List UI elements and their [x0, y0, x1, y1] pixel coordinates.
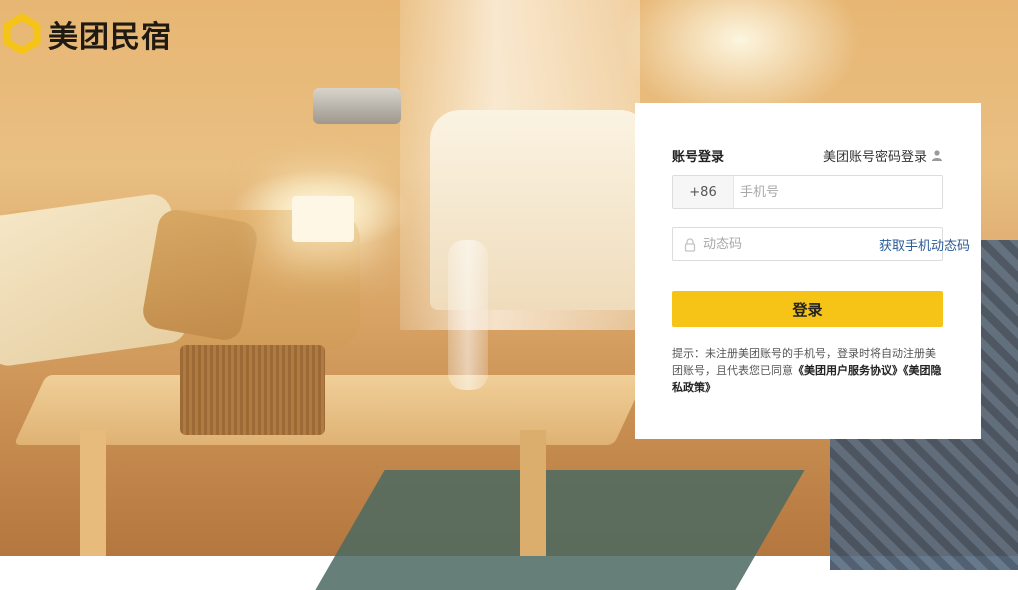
country-code[interactable]: +86	[673, 176, 734, 208]
background-projector	[313, 88, 401, 124]
login-tips: 提示：未注册美团账号的手机号，登录时将自动注册美团账号，且代表您已同意《美团用户…	[672, 345, 943, 396]
user-agreement-link[interactable]: 《美团用户服务协议》	[793, 364, 903, 377]
background-lamp	[292, 196, 354, 242]
login-header: 账号登录 美团账号密码登录	[672, 145, 943, 165]
background-tissue-box	[180, 345, 325, 435]
code-input[interactable]	[697, 228, 879, 260]
user-icon	[931, 149, 943, 161]
phone-field: +86	[672, 175, 943, 209]
background-rug	[315, 470, 805, 590]
password-login-link[interactable]: 美团账号密码登录	[823, 146, 943, 165]
background-pillow	[140, 207, 260, 343]
login-panel: 账号登录 美团账号密码登录 +86 获取手机动态码 登录 提示：未注册美团账号的…	[635, 103, 981, 439]
password-login-label: 美团账号密码登录	[822, 149, 927, 165]
get-code-link[interactable]: 获取手机动态码	[879, 235, 978, 254]
background-table-leg	[80, 430, 106, 556]
background-table	[13, 375, 647, 445]
login-title: 账号登录	[672, 149, 725, 165]
brand-name: 美团民宿	[48, 20, 172, 55]
logo-mark-icon	[2, 13, 42, 55]
login-button[interactable]: 登录	[672, 291, 943, 327]
background-vase	[448, 240, 488, 390]
background-table-leg	[520, 430, 546, 556]
phone-input[interactable]	[734, 176, 942, 208]
brand-logo[interactable]: 美团民宿	[2, 12, 172, 56]
lock-icon	[683, 237, 697, 252]
code-field: 获取手机动态码	[672, 227, 970, 261]
